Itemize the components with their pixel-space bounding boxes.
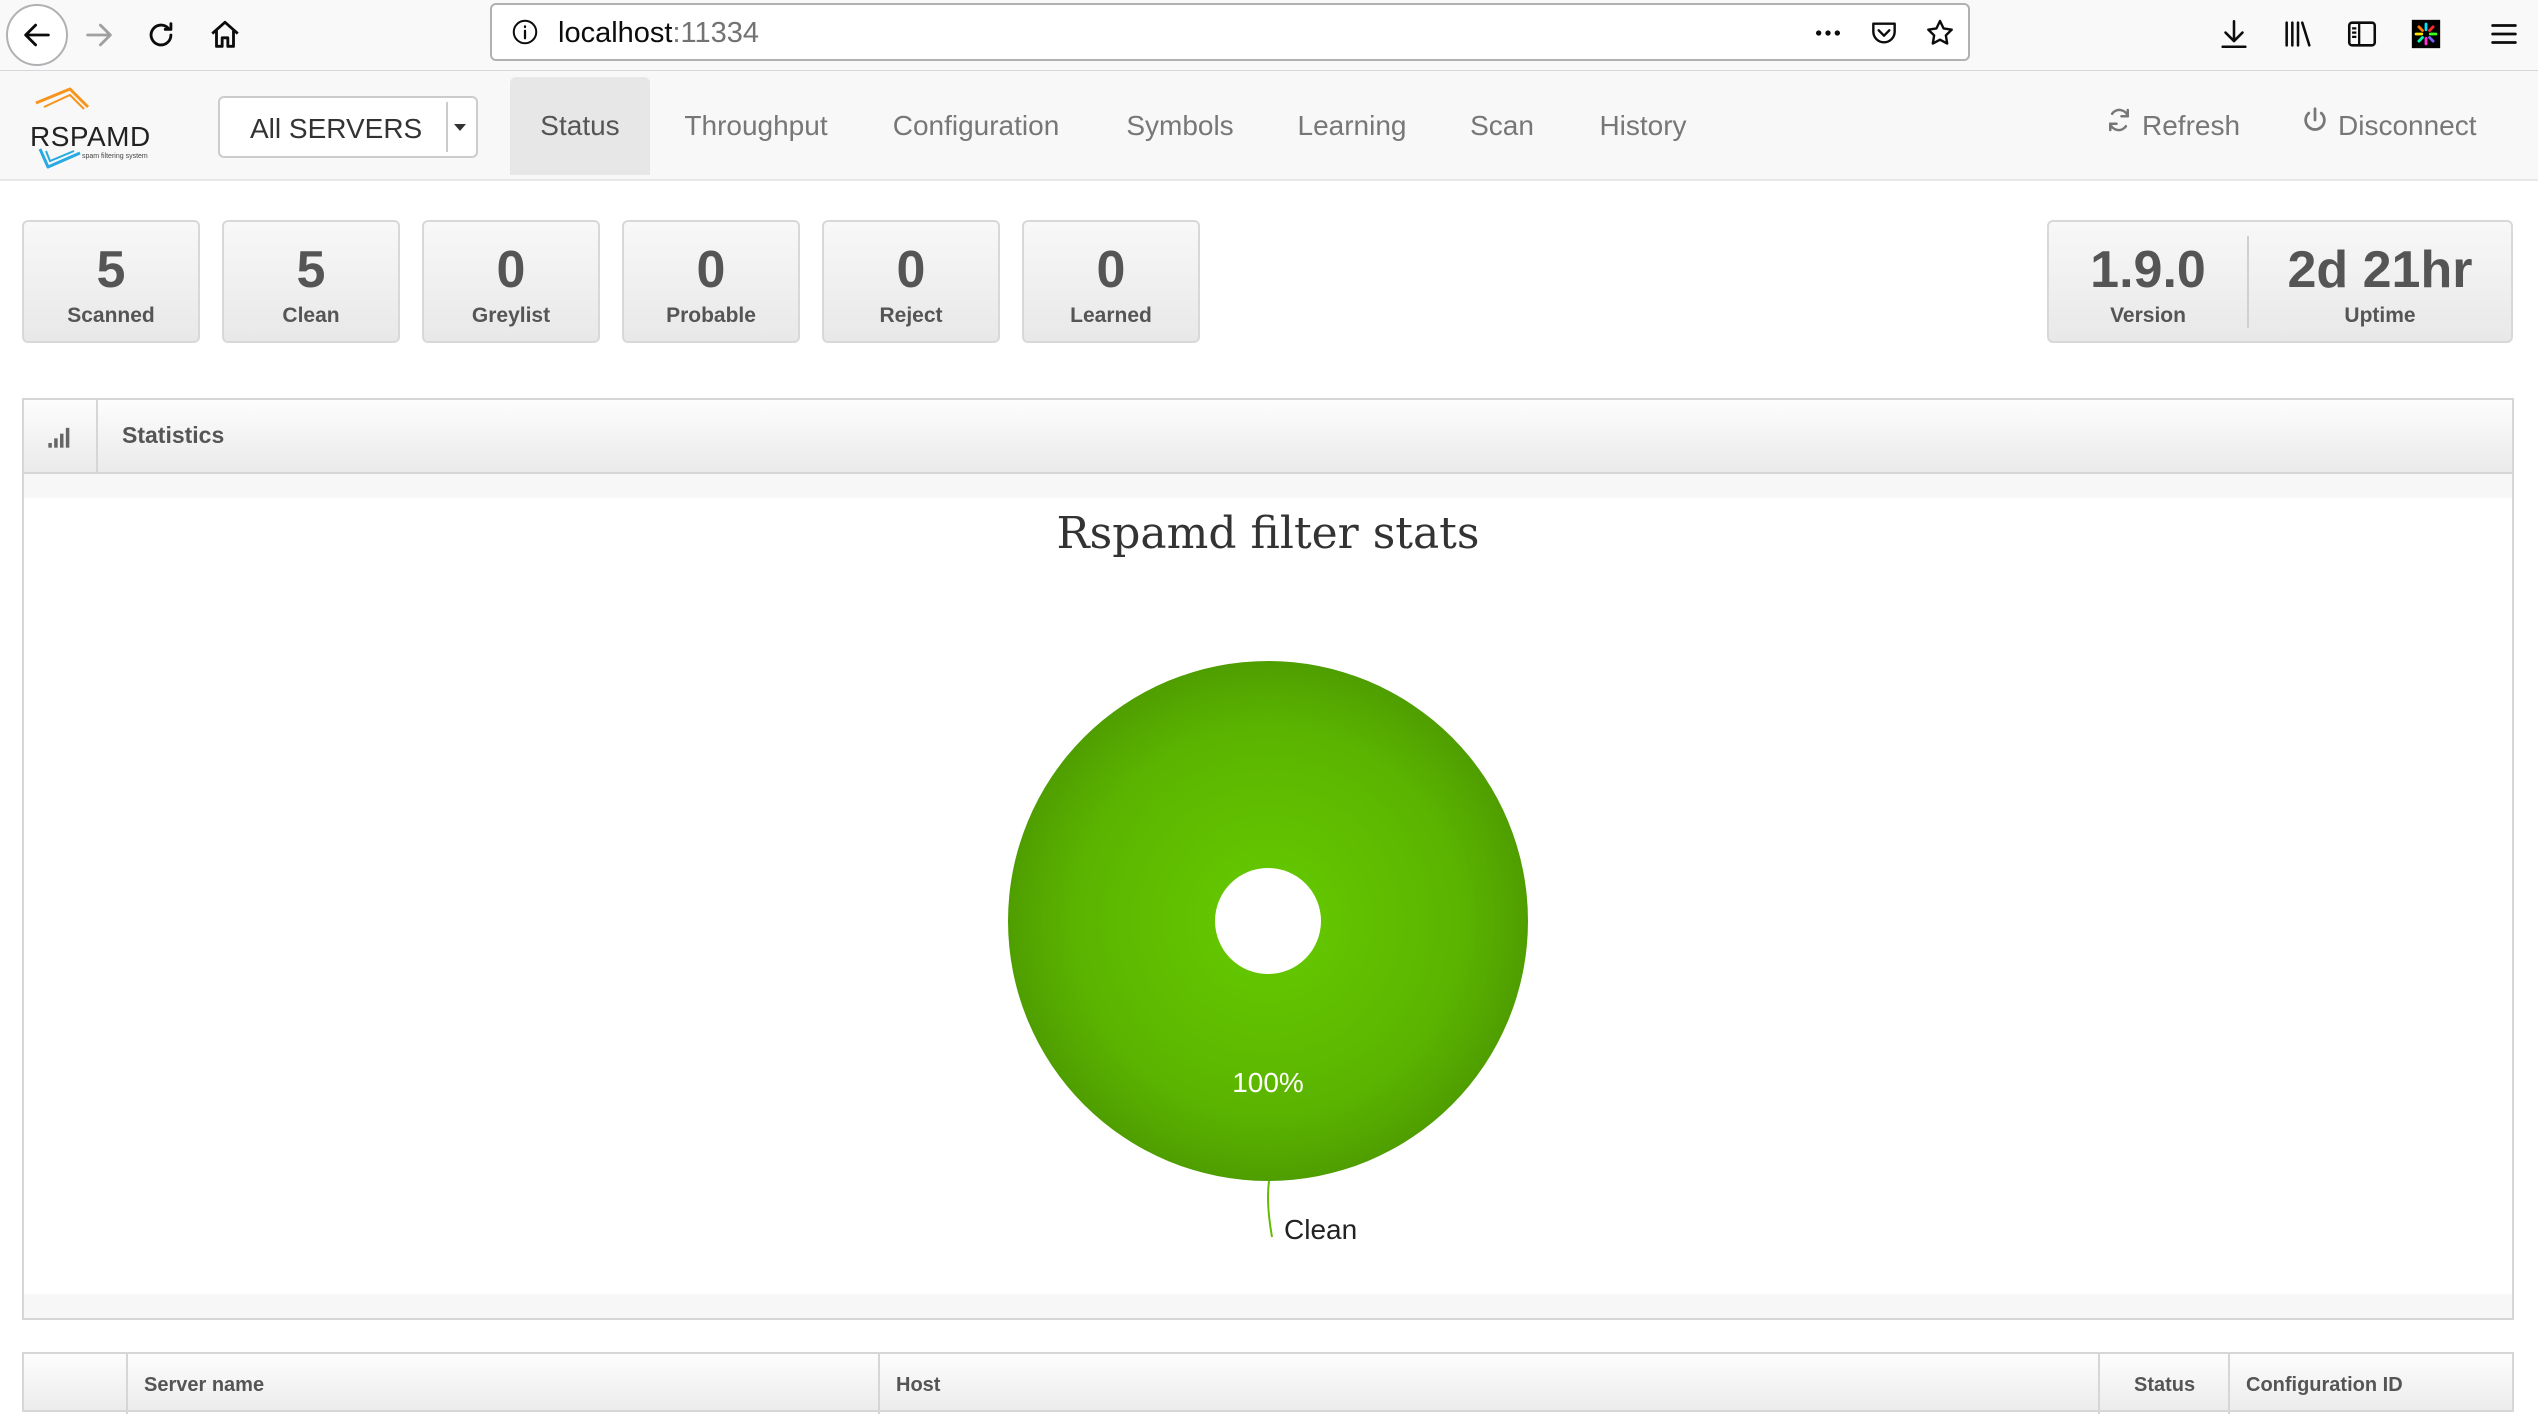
column-header-status[interactable]: Status: [2100, 1354, 2230, 1414]
power-icon: [2300, 77, 2330, 175]
refresh-icon: [2104, 77, 2134, 175]
stat-label: Scanned: [67, 304, 155, 327]
stat-greylist: 0 Greylist: [422, 220, 600, 343]
stat-reject: 0 Reject: [822, 220, 1000, 343]
sidebar-icon[interactable]: [2342, 14, 2382, 54]
version-label: Version: [2110, 304, 2186, 327]
more-actions-icon[interactable]: [1810, 15, 1846, 51]
tab-scan[interactable]: Scan: [1454, 77, 1550, 175]
bookmark-star-icon[interactable]: [1922, 15, 1958, 51]
stat-scanned: 5 Scanned: [22, 220, 200, 343]
address-bar[interactable]: localhost:11334: [490, 3, 1970, 61]
disconnect-label: Disconnect: [2338, 110, 2477, 141]
stat-label: Reject: [879, 304, 943, 327]
column-header-label: Host: [896, 1374, 941, 1396]
stat-learned: 0 Learned: [1022, 220, 1200, 343]
stat-value: 0: [696, 241, 726, 299]
url-text: localhost:11334: [558, 17, 760, 49]
home-icon[interactable]: [198, 8, 252, 62]
uptime-value: 2d 21hr: [2287, 241, 2473, 299]
rspamd-logo[interactable]: RSPAMD spam filtering system: [26, 85, 166, 169]
uptime-stat: 2d 21hr Uptime: [2249, 222, 2511, 341]
hamburger-menu-icon[interactable]: [2484, 14, 2524, 54]
column-header-label: Configuration ID: [2246, 1374, 2403, 1396]
stat-value: 0: [896, 241, 926, 299]
stat-value: 0: [496, 241, 526, 299]
slice-category-label: Clean: [1284, 1214, 1357, 1245]
refresh-label: Refresh: [2142, 110, 2241, 141]
stat-probable: 0 Probable: [622, 220, 800, 343]
donut-chart: 100% Clean: [1008, 661, 1528, 1245]
server-select-value: All SERVERS: [250, 113, 423, 144]
extension-icon[interactable]: [2406, 14, 2446, 54]
version-uptime-widget: 1.9.0 Version 2d 21hr Uptime: [2047, 220, 2513, 343]
stat-label: Probable: [666, 304, 756, 327]
reload-icon[interactable]: [134, 8, 188, 62]
table-header-checkbox-cell: [24, 1354, 128, 1414]
library-icon[interactable]: [2278, 14, 2318, 54]
slice-percent-label: 100%: [1232, 1067, 1304, 1098]
column-header-host[interactable]: Host: [880, 1354, 2100, 1414]
chevron-down-icon[interactable]: [446, 102, 472, 152]
column-header-label: Server name: [144, 1374, 265, 1396]
stat-value: 5: [96, 241, 126, 299]
browser-toolbar: localhost:11334: [0, 0, 2538, 71]
app-navbar: RSPAMD spam filtering system All SERVERS…: [0, 71, 2538, 181]
tab-history[interactable]: History: [1582, 77, 1704, 175]
stat-label: Learned: [1070, 304, 1152, 327]
tab-throughput[interactable]: Throughput: [664, 77, 848, 175]
tab-learning[interactable]: Learning: [1282, 77, 1422, 175]
stat-label: Greylist: [471, 304, 551, 327]
column-header-configuration-id[interactable]: Configuration ID: [2230, 1354, 2512, 1414]
stat-value: 0: [1096, 241, 1126, 299]
slice-leader-line: [1267, 1180, 1273, 1238]
statistics-panel: Statistics Rspamd filter stats 100% Clean: [22, 398, 2514, 1320]
tab-status[interactable]: Status: [510, 77, 650, 175]
pocket-icon[interactable]: [1866, 15, 1902, 51]
info-icon[interactable]: [510, 17, 540, 47]
stat-value: 5: [296, 241, 326, 299]
column-header-label: Status: [2134, 1374, 2196, 1396]
pie-slice-clean[interactable]: [1008, 661, 1528, 1181]
stat-label: Clean: [282, 304, 340, 327]
uptime-label: Uptime: [2344, 304, 2416, 327]
tab-symbols[interactable]: Symbols: [1110, 77, 1250, 175]
stat-clean: 5 Clean: [222, 220, 400, 343]
tab-configuration[interactable]: Configuration: [876, 77, 1076, 175]
version-value: 1.9.0: [2090, 241, 2206, 299]
refresh-button[interactable]: Refresh: [2104, 77, 2240, 175]
downloads-icon[interactable]: [2214, 14, 2254, 54]
column-header-server-name[interactable]: Server name: [128, 1354, 880, 1414]
version-stat: 1.9.0 Version: [2049, 222, 2247, 341]
server-select[interactable]: All SERVERS: [218, 96, 478, 158]
disconnect-button[interactable]: Disconnect: [2300, 77, 2477, 175]
back-icon[interactable]: [6, 4, 68, 66]
servers-table-header: Server name Host Status Configuration ID: [22, 1352, 2514, 1414]
forward-icon[interactable]: [72, 8, 126, 62]
